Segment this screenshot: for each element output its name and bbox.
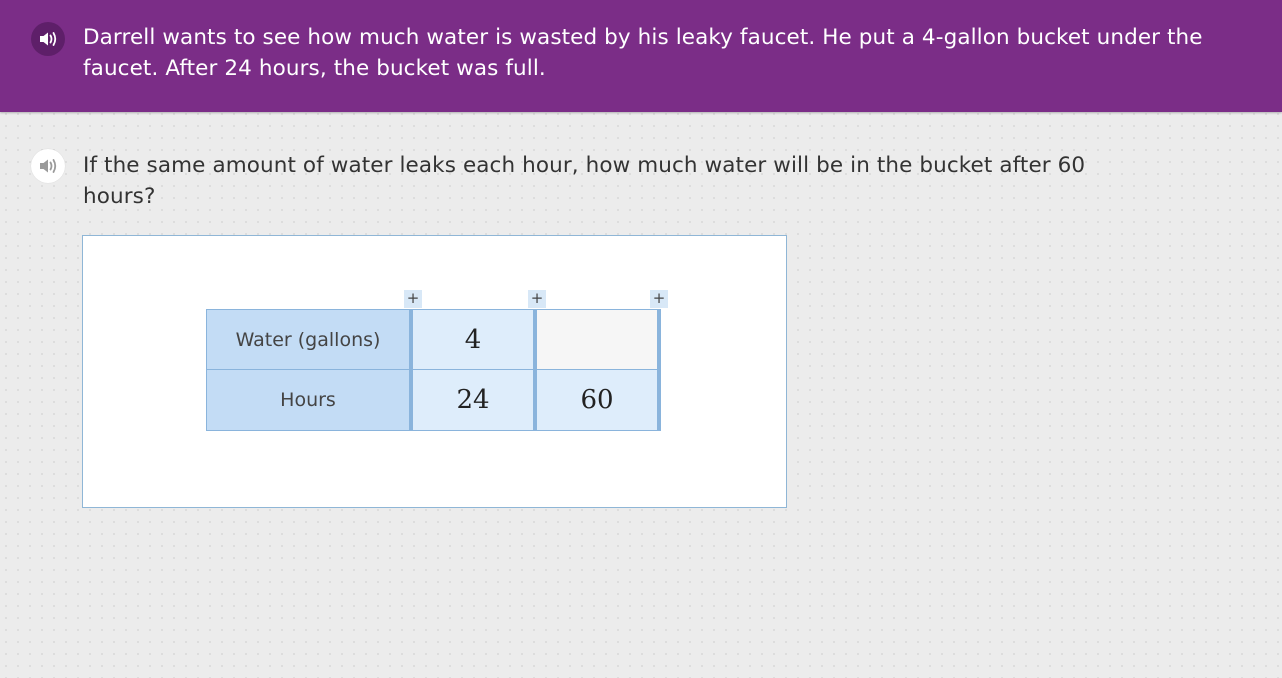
row-header-water: Water (gallons) — [206, 309, 413, 370]
table-cell[interactable]: 4 — [413, 309, 537, 370]
question-audio-button[interactable] — [31, 149, 65, 183]
context-text: Darrell wants to see how much water is w… — [83, 25, 1203, 81]
table-cell[interactable]: 24 — [413, 370, 537, 431]
ratio-table-panel: + + + Water (gallons) 4 Hours 24 60 — [82, 235, 787, 508]
add-column-button[interactable]: + — [404, 290, 422, 308]
table-row: Hours 24 60 — [206, 370, 661, 431]
table-cell[interactable]: 60 — [537, 370, 661, 431]
context-banner: Darrell wants to see how much water is w… — [0, 0, 1282, 112]
add-column-button[interactable]: + — [528, 290, 546, 308]
ratio-table: Water (gallons) 4 Hours 24 60 — [206, 309, 661, 431]
add-column-button[interactable]: + — [650, 290, 668, 308]
answer-input-cell[interactable] — [537, 309, 661, 370]
question-text: If the same amount of water leaks each h… — [83, 153, 1086, 209]
context-audio-button[interactable] — [31, 22, 65, 56]
row-header-hours: Hours — [206, 370, 413, 431]
speaker-icon — [40, 159, 57, 173]
speaker-icon — [40, 32, 57, 46]
table-row: Water (gallons) 4 — [206, 309, 661, 370]
